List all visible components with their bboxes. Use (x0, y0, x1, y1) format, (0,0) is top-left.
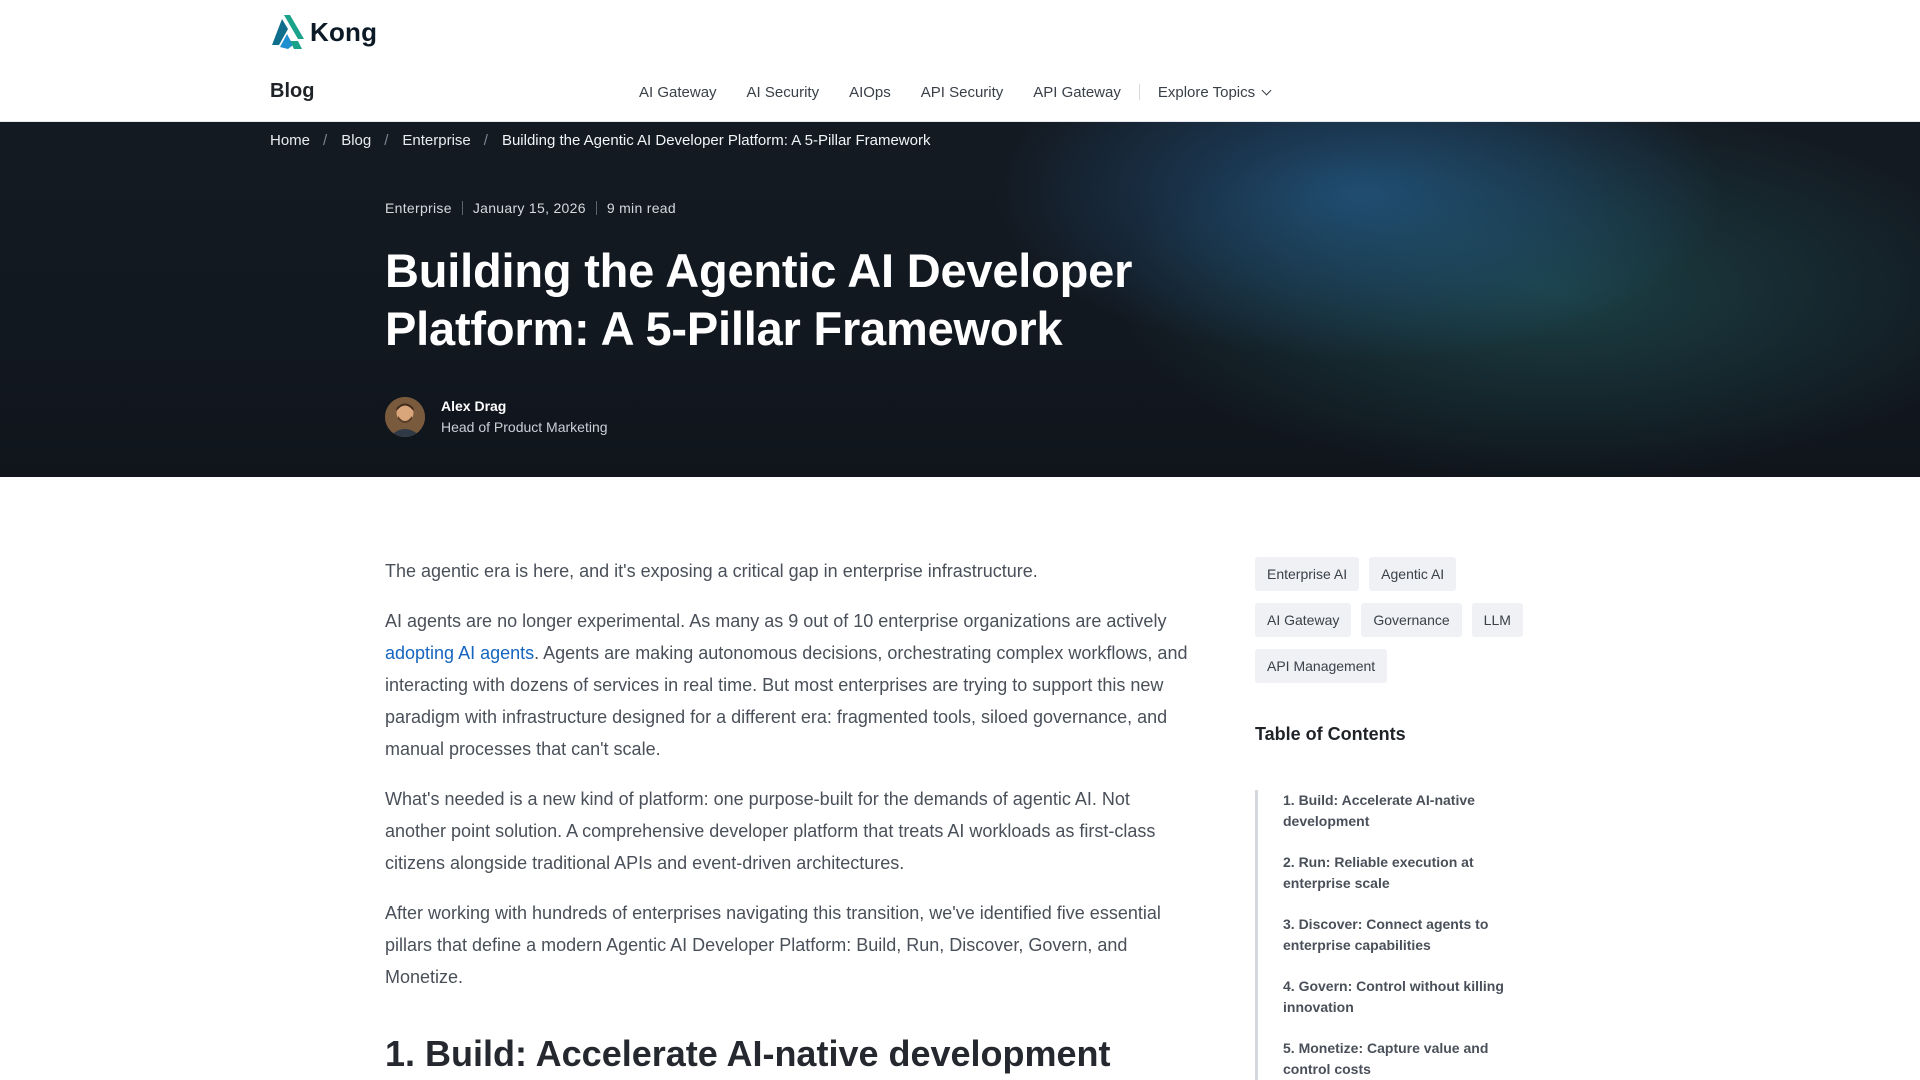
toc-item-monetize[interactable]: 5. Monetize: Capture value and control c… (1283, 1038, 1513, 1080)
publish-date: January 15, 2026 (472, 200, 586, 216)
table-of-contents: 1. Build: Accelerate AI-native developme… (1255, 790, 1535, 1080)
nav-api-security[interactable]: API Security (921, 84, 1004, 101)
nav-divider (1138, 84, 1140, 100)
meta-divider (595, 201, 597, 215)
tag-agentic-ai[interactable]: Agentic AI (1369, 557, 1457, 591)
author-block: Alex Drag Head of Product Marketing (385, 396, 608, 437)
kong-logo[interactable]: Kong (270, 14, 377, 50)
tag-governance[interactable]: Governance (1361, 603, 1462, 637)
author-role: Head of Product Marketing (441, 419, 608, 435)
site-header: Kong Blog AI Gateway AI Security AIOps A… (0, 0, 1920, 122)
article-paragraph: The agentic era is here, and it's exposi… (385, 561, 1038, 581)
section-heading-build: 1. Build: Accelerate AI-native developme… (385, 1033, 1111, 1074)
read-time: 9 min read (606, 200, 676, 216)
article-paragraph: After working with hundreds of enterpris… (385, 903, 1161, 987)
explore-topics-label: Explore Topics (1157, 83, 1256, 101)
breadcrumb-home[interactable]: Home (270, 132, 310, 149)
tag-ai-gateway[interactable]: AI Gateway (1255, 603, 1352, 637)
nav-ai-security[interactable]: AI Security (747, 84, 820, 101)
blog-title[interactable]: Blog (270, 80, 314, 103)
article-paragraph: What's needed is a new kind of platform:… (385, 789, 1156, 873)
nav-api-gateway[interactable]: API Gateway (1033, 84, 1121, 101)
breadcrumb-separator: / (384, 132, 389, 149)
tag-api-management[interactable]: API Management (1255, 649, 1388, 683)
tag-enterprise-ai[interactable]: Enterprise AI (1255, 557, 1360, 591)
breadcrumb-current: Building the Agentic AI Developer Platfo… (501, 132, 931, 149)
adopting-ai-agents-link[interactable]: adopting AI agents (385, 643, 534, 663)
breadcrumb-separator: / (323, 132, 328, 149)
breadcrumb-blog[interactable]: Blog (341, 132, 371, 149)
nav-aiops[interactable]: AIOps (849, 84, 891, 101)
article-meta: Enterprise January 15, 2026 9 min read (385, 200, 676, 216)
article-paragraph: AI agents are no longer experimental. As… (385, 605, 1195, 765)
author-avatar[interactable] (385, 396, 425, 437)
breadcrumb-enterprise[interactable]: Enterprise (402, 132, 470, 149)
tag-llm[interactable]: LLM (1471, 603, 1523, 637)
breadcrumb: Home / Blog / Enterprise / Building the … (270, 132, 930, 149)
article-body: The agentic era is here, and it's exposi… (385, 555, 1195, 1011)
article-title: Building the Agentic AI Developer Platfo… (385, 244, 1133, 355)
toc-item-run[interactable]: 2. Run: Reliable execution at enterprise… (1283, 852, 1513, 894)
meta-divider (461, 201, 463, 215)
nav-ai-gateway[interactable]: AI Gateway (639, 84, 717, 101)
author-name[interactable]: Alex Drag (441, 396, 608, 416)
toc-item-discover[interactable]: 3. Discover: Connect agents to enterpris… (1283, 914, 1513, 956)
article-hero: Home / Blog / Enterprise / Building the … (0, 122, 1920, 477)
explore-topics-dropdown[interactable]: Explore Topics (1157, 83, 1272, 101)
toc-item-build[interactable]: 1. Build: Accelerate AI-native developme… (1283, 790, 1513, 832)
breadcrumb-separator: / (483, 132, 488, 149)
tag-list: Enterprise AI Agentic AI AI Gateway Gove… (1255, 557, 1555, 683)
toc-title: Table of Contents (1255, 724, 1406, 744)
article-category[interactable]: Enterprise (385, 200, 452, 216)
toc-item-govern[interactable]: 4. Govern: Control without killing innov… (1283, 976, 1513, 1018)
author-info: Alex Drag Head of Product Marketing (441, 396, 608, 437)
topic-nav: AI Gateway AI Security AIOps API Securit… (639, 80, 1272, 104)
chevron-down-icon (1261, 85, 1272, 95)
logo-text: Kong (310, 16, 378, 47)
kong-logo-icon (272, 15, 304, 49)
paragraph-text: AI agents are no longer experimental. As… (385, 611, 1167, 631)
author-avatar-image (385, 396, 425, 437)
